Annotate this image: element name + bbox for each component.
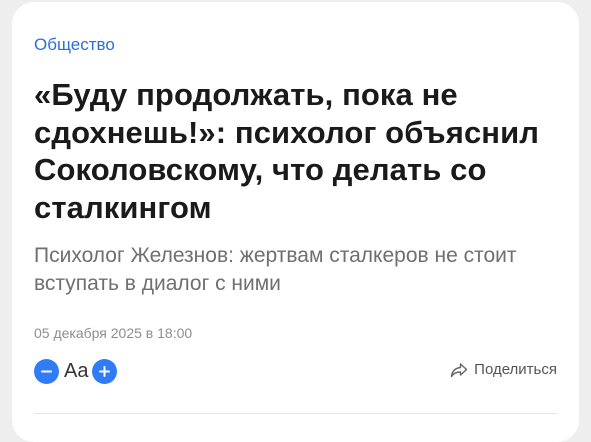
share-button[interactable]: Поделиться	[450, 360, 557, 380]
share-arrow-icon	[450, 363, 468, 378]
article-lead: Психолог Железнов: жертвам сталкеров не …	[34, 244, 517, 295]
publish-date: 05 декабря 2025 в 18:00	[34, 325, 193, 341]
plus-icon	[99, 365, 111, 377]
minus-icon	[41, 370, 52, 372]
font-size-label: Aa	[64, 360, 89, 382]
article-card: Общество «Буду продолжать, пока не сдохн…	[12, 2, 579, 442]
share-label: Поделиться	[474, 361, 557, 378]
divider	[34, 413, 557, 414]
rubric-link[interactable]: Общество	[34, 35, 115, 55]
decrease-font-button[interactable]	[34, 358, 59, 384]
font-size-controls: Aa	[34, 358, 118, 384]
increase-font-button[interactable]	[92, 358, 118, 384]
article-headline: «Буду продолжать, пока не сдохнешь!»: пс…	[34, 77, 540, 225]
